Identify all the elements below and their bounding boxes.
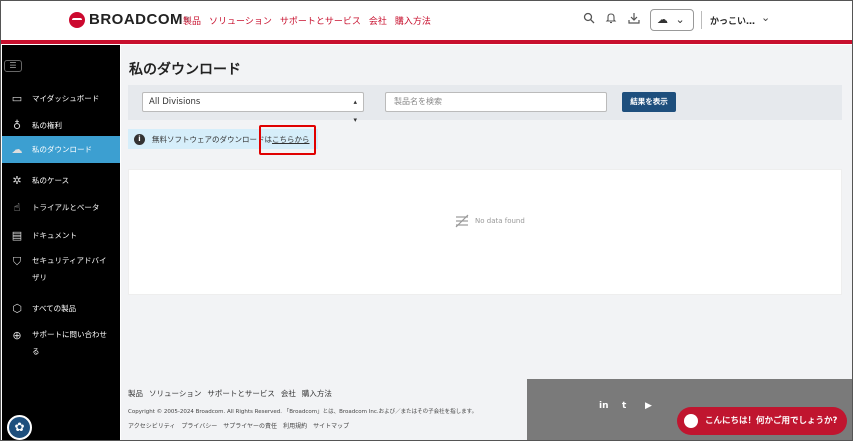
sidebar-toggle-button[interactable]: ☰: [4, 60, 22, 72]
broadcom-logo-icon: [69, 11, 85, 28]
user-menu-chevron-icon[interactable]: ⌄: [761, 11, 770, 24]
highlight-box: [259, 125, 316, 155]
document-icon: ▤: [11, 228, 23, 242]
filter-bar: All Divisions ▴ ▾ 製品名を検索 結果を表示: [128, 85, 842, 124]
chevron-down-icon: ⌄: [675, 13, 685, 26]
dashboard-icon: ▭: [11, 91, 23, 105]
sidebar-item-label: サポートに問い合わせる: [32, 330, 107, 356]
footer-link-support-services[interactable]: サポートとサービス: [207, 388, 275, 399]
top-nav: 製品 ソリューション サポートとサービス 会社 購入方法: [183, 14, 431, 27]
header-divider: [701, 11, 702, 29]
chat-button[interactable]: こんにちは！何かご用でしょうか?: [677, 407, 847, 435]
footer-link-company[interactable]: 会社: [281, 388, 296, 399]
cookie-settings-icon[interactable]: ✿: [7, 415, 32, 440]
linkedin-icon[interactable]: in: [599, 401, 609, 411]
copyright-text: Copyright © 2005-2024 Broadcom. All Righ…: [128, 409, 478, 415]
page-title: 私のダウンロード: [129, 62, 241, 78]
sidebar-item-downloads[interactable]: ☁ 私のダウンロード: [2, 136, 120, 163]
footer-link-terms[interactable]: 利用規約: [283, 421, 307, 430]
cloud-switcher-button[interactable]: ☁ ⌄: [650, 9, 694, 31]
sidebar-item-contact-support[interactable]: ⊕ サポートに問い合わせる: [2, 325, 120, 361]
sidebar-item-dashboard[interactable]: ▭ マイダッシュボード: [2, 88, 120, 108]
shield-icon: ⛉: [12, 255, 22, 268]
cube-icon: ⬡: [12, 301, 22, 315]
sidebar-item-trials-betas[interactable]: ☝ トライアルとベータ: [2, 197, 120, 217]
info-icon: i: [134, 134, 145, 145]
bug-icon: ✲: [12, 173, 22, 187]
sidebar-item-entitlements[interactable]: ♁ 私の権利: [2, 115, 120, 135]
header-accent-line: [1, 40, 852, 44]
hand-icon: ☝: [13, 200, 21, 214]
sidebar-item-documents[interactable]: ▤ ドキュメント: [2, 225, 120, 245]
footer-link-sitemap[interactable]: サイトマップ: [313, 421, 349, 430]
sidebar-item-label: ドキュメント: [32, 230, 77, 240]
footer-legal-links: アクセシビリティ プライバシー サプライヤーの責任 利用規約 サイトマップ: [128, 421, 349, 430]
division-select-value: All Divisions: [149, 97, 201, 107]
footer-link-privacy[interactable]: プライバシー: [181, 421, 217, 430]
nav-company[interactable]: 会社: [369, 14, 387, 27]
footer-link-products[interactable]: 製品: [128, 388, 143, 399]
footer-link-accessibility[interactable]: アクセシビリティ: [128, 421, 175, 430]
chat-button-label: こんにちは！何かご用でしょうか?: [705, 416, 838, 426]
cloud-download-icon: ☁: [11, 143, 23, 156]
cloud-icon: ☁: [657, 13, 668, 26]
bell-icon[interactable]: [603, 12, 619, 28]
product-search-input[interactable]: 製品名を検索: [385, 92, 607, 112]
no-data-text: No data found: [475, 217, 525, 225]
sidebar-item-security-advisories[interactable]: ⛉ セキュリティアドバイザリ: [2, 251, 120, 287]
sidebar-item-label: トライアルとベータ: [32, 202, 100, 212]
info-message: 無料ソフトウェアのダウンロードは: [152, 135, 272, 144]
sidebar-item-label: すべての製品: [32, 303, 77, 313]
footer-nav: 製品 ソリューション サポートとサービス 会社 購入方法: [128, 388, 332, 399]
footer-link-how-to-buy[interactable]: 購入方法: [302, 388, 332, 399]
sidebar-item-all-products[interactable]: ⬡ すべての製品: [2, 298, 120, 318]
award-icon: ♁: [12, 118, 22, 132]
brand-name: BROADCOM: [89, 11, 183, 28]
youtube-icon[interactable]: ▶: [645, 401, 652, 411]
division-select[interactable]: All Divisions ▴ ▾: [142, 92, 364, 124]
footer: 製品 ソリューション サポートとサービス 会社 購入方法 Copyright ©…: [121, 379, 527, 440]
sidebar-item-label: 私のケース: [32, 175, 70, 185]
sidebar-item-label: 私のダウンロード: [32, 145, 92, 154]
select-arrows-icon: ▴ ▾: [353, 98, 357, 124]
sidebar-item-label: セキュリティアドバイザリ: [32, 256, 107, 282]
twitter-icon[interactable]: t: [622, 401, 626, 411]
broadcom-logo[interactable]: BROADCOM ®: [69, 11, 190, 28]
no-data-icon: [454, 214, 470, 232]
main-content: 私のダウンロード All Divisions ▴ ▾ 製品名を検索 結果を表示 i…: [121, 45, 852, 379]
top-header: BROADCOM ® 製品 ソリューション サポートとサービス 会社 購入方法 …: [1, 1, 852, 44]
nav-solutions[interactable]: ソリューション: [209, 14, 272, 27]
sidebar-item-cases[interactable]: ✲ 私のケース: [2, 170, 120, 190]
nav-support-services[interactable]: サポートとサービス: [280, 14, 361, 27]
results-panel: No data found: [128, 169, 842, 295]
nav-how-to-buy[interactable]: 購入方法: [395, 14, 431, 27]
sidebar-item-label: マイダッシュボード: [32, 93, 100, 103]
sidebar: ☰ ▭ マイダッシュボード ♁ 私の権利 ☁ 私のダウンロード ✲ 私のケース …: [2, 45, 120, 440]
browser-frame: BROADCOM ® 製品 ソリューション サポートとサービス 会社 購入方法 …: [0, 0, 853, 441]
user-name[interactable]: かっこい…: [710, 14, 755, 27]
search-icon[interactable]: [581, 12, 597, 28]
chat-bubble-icon: [684, 414, 698, 428]
show-results-button[interactable]: 結果を表示: [622, 92, 676, 112]
footer-link-supplier-responsibility[interactable]: サプライヤーの責任: [223, 421, 277, 430]
download-icon[interactable]: [626, 12, 642, 28]
footer-link-solutions[interactable]: ソリューション: [149, 388, 201, 399]
lifebuoy-icon: ⊕: [12, 329, 22, 342]
nav-products[interactable]: 製品: [183, 14, 201, 27]
sidebar-item-label: 私の権利: [32, 120, 62, 130]
